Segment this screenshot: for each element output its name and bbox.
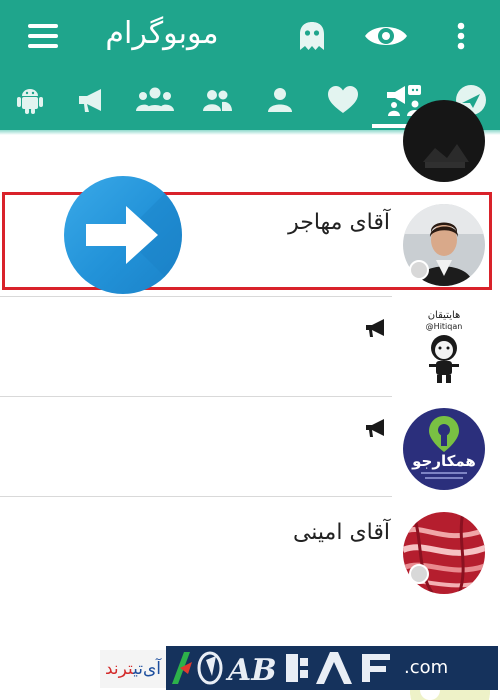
android-icon[interactable] [5, 76, 55, 124]
group-three-icon[interactable] [130, 76, 180, 124]
chat-row[interactable]: آقای امینی [0, 498, 500, 602]
watermark-dotcom: .com [398, 646, 498, 690]
chat-name: آقای امینی [292, 520, 390, 545]
eye-icon[interactable] [360, 16, 412, 56]
svg-text:AB: AB [225, 653, 277, 688]
chat-row[interactable]: همکارجو [0, 398, 500, 496]
svg-text:@Hitiqan: @Hitiqan [426, 322, 463, 331]
chat-avatar: همکارجو [403, 408, 485, 490]
app-toolbar: موبوگرام [0, 0, 500, 70]
watermark-brand: آی‌تیترند [100, 650, 166, 688]
watermark-brand-part-b: ترند [104, 659, 134, 679]
channel-megaphone-icon [366, 319, 384, 337]
channel-megaphone-icon [366, 419, 384, 437]
status-dot [409, 564, 429, 584]
app-screen: موبوگرام آقای مهاجر هایتیقان @Hitiqan هم… [0, 0, 500, 700]
megaphone-icon[interactable] [67, 76, 117, 124]
svg-text:هایتیقان: هایتیقان [428, 310, 461, 321]
chat-avatar [403, 100, 485, 182]
svg-text:همکارجو: همکارجو [411, 452, 476, 470]
chat-avatar: هایتیقان @Hitiqan [403, 306, 485, 388]
more-vertical-icon[interactable] [446, 14, 476, 58]
watermark-brand-part-a: آی‌تی [133, 659, 162, 679]
app-title: موبوگرام [105, 16, 219, 51]
watermark-banner: آی‌تیترند AB .com [100, 646, 498, 696]
heart-icon[interactable] [318, 76, 368, 124]
watermark-logo-letters: AB [166, 646, 398, 690]
hamburger-menu-icon[interactable] [20, 18, 64, 54]
chat-row[interactable]: هایتیقان @Hitiqan [0, 298, 500, 396]
group-two-icon[interactable] [192, 76, 242, 124]
row-divider [0, 496, 392, 497]
person-icon[interactable] [255, 76, 305, 124]
ghost-icon[interactable] [294, 18, 330, 54]
arrow-right-icon [64, 176, 182, 294]
row-divider [0, 396, 392, 397]
row-divider [0, 296, 392, 297]
chat-row[interactable] [0, 100, 500, 182]
